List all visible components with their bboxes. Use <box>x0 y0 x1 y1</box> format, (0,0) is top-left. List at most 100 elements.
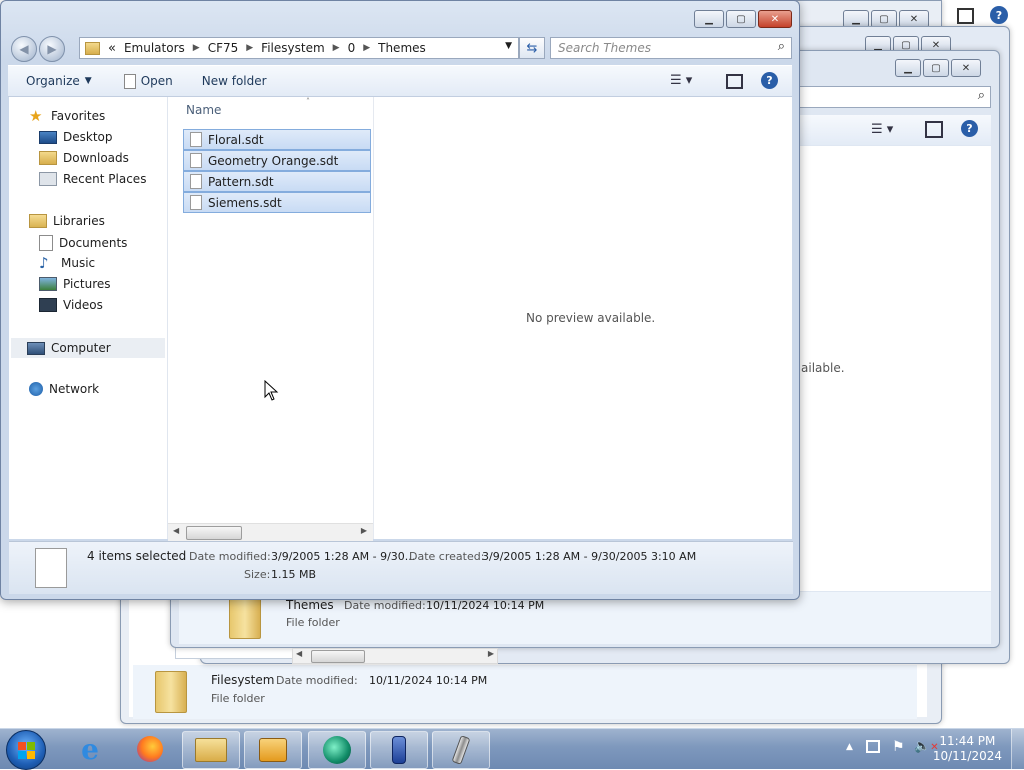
background-search-field[interactable]: ⌕ <box>799 86 991 108</box>
show-hidden-icons-icon[interactable]: ▲ <box>846 742 853 752</box>
chevron-down-icon: ▼ <box>84 76 92 86</box>
start-button[interactable] <box>6 730 46 770</box>
restore-icon[interactable] <box>957 8 974 24</box>
size-label: Size: <box>244 568 271 581</box>
preview-pane-icon[interactable] <box>726 74 743 89</box>
column-header-name[interactable]: Name <box>186 103 221 117</box>
breadcrumb-item-emulators[interactable]: Emulators <box>124 41 185 55</box>
scroll-right-arrow[interactable]: ▶ <box>488 649 494 658</box>
forward-button[interactable]: ▶ <box>39 36 65 62</box>
videos-icon <box>39 298 57 312</box>
nav-libraries[interactable]: Libraries <box>29 214 105 228</box>
address-dropdown-icon[interactable]: ▼ <box>505 41 512 51</box>
command-bar: Organize ▼ Open New folder ☰ ▾ ? <box>8 65 792 97</box>
clock-time: 11:44 PM <box>939 734 996 748</box>
back-arrow-icon: ◀ <box>19 42 29 56</box>
taskbar-media-app[interactable] <box>244 731 302 769</box>
scroll-left-arrow[interactable]: ◀ <box>173 526 179 535</box>
nav-downloads[interactable]: Downloads <box>39 151 129 165</box>
address-bar[interactable]: « Emulators ▶ CF75 ▶ Filesystem ▶ 0 ▶ Th… <box>79 37 519 59</box>
chevron-right-icon[interactable]: ▶ <box>246 43 253 53</box>
nav-music[interactable]: ♪ Music <box>39 256 95 271</box>
taskbar-pen-app[interactable] <box>432 731 490 769</box>
background-filesystem-row[interactable]: Filesystem Date modified: 10/11/2024 10:… <box>133 665 917 719</box>
nav-pictures[interactable]: Pictures <box>39 277 111 291</box>
taskbar-phone-app[interactable] <box>370 731 428 769</box>
refresh-button[interactable]: ⇆ <box>519 37 545 59</box>
search-input[interactable]: Search Themes ⌕ <box>550 37 792 59</box>
network-tray-icon[interactable] <box>866 740 880 753</box>
view-options-icon[interactable]: ☰ ▾ <box>871 122 893 137</box>
back-button[interactable]: ◀ <box>11 36 37 62</box>
nav-videos[interactable]: Videos <box>39 298 103 312</box>
file-row-geometry-orange[interactable]: Geometry Orange.sdt <box>183 150 371 171</box>
close-button[interactable]: ✕ <box>951 59 981 77</box>
document-icon <box>123 73 136 89</box>
scroll-left-arrow[interactable]: ◀ <box>296 649 302 658</box>
folder-icon <box>229 597 261 639</box>
breadcrumb-item-0[interactable]: 0 <box>348 41 356 55</box>
scroll-right-arrow[interactable]: ▶ <box>361 526 367 535</box>
taskbar-internet-explorer[interactable]: e <box>62 731 118 767</box>
nav-label: Recent Places <box>63 172 147 186</box>
open-file-dialog[interactable]: ▁ ▢ ✕ ◀ ▶ « Emulators ▶ CF75 ▶ Filesyste… <box>0 0 800 600</box>
search-icon: ⌕ <box>777 39 785 54</box>
nav-recent-places[interactable]: Recent Places <box>39 172 146 186</box>
preview-text-fragment: ailable. <box>801 361 845 375</box>
file-icon <box>190 153 202 168</box>
organize-button[interactable]: Organize ▼ <box>26 74 92 88</box>
chevron-right-icon[interactable]: ▶ <box>363 43 370 53</box>
scroll-thumb[interactable] <box>186 526 242 540</box>
date-modified-value: 10/11/2024 10:14 PM <box>369 674 488 687</box>
taskbar-windows-explorer[interactable] <box>182 731 240 769</box>
taskbar-firefox[interactable] <box>122 731 178 767</box>
taskbar-emulator-app[interactable] <box>308 731 366 769</box>
breadcrumb-item-cf75[interactable]: CF75 <box>208 41 239 55</box>
sort-indicator-icon: ˄ <box>306 97 310 106</box>
file-name: Pattern.sdt <box>208 174 274 189</box>
chevron-right-icon[interactable]: ▶ <box>333 43 340 53</box>
minimize-button[interactable]: ▁ <box>895 59 921 77</box>
preview-message: No preview available. <box>526 311 656 325</box>
file-row-pattern[interactable]: Pattern.sdt <box>183 171 371 192</box>
horizontal-scrollbar[interactable]: ◀ ▶ <box>168 523 373 541</box>
action-center-flag-icon[interactable]: ⚑ <box>892 739 905 755</box>
nav-favorites[interactable]: ★ Favorites <box>29 109 105 124</box>
file-icon <box>190 132 202 147</box>
help-icon[interactable]: ? <box>990 6 1008 24</box>
mobile-phone-icon <box>392 736 406 764</box>
organize-label: Organize <box>26 74 80 88</box>
minimize-button[interactable]: ▁ <box>694 10 724 28</box>
refresh-icon: ⇆ <box>526 40 538 56</box>
preview-pane-icon[interactable] <box>925 121 943 138</box>
view-options-icon[interactable]: ☰ ▾ <box>670 73 692 88</box>
maximize-button[interactable]: ▢ <box>923 59 949 77</box>
taskbar-clock[interactable]: 11:44 PM 10/11/2024 <box>933 734 1002 764</box>
pictures-icon <box>39 277 57 291</box>
file-row-siemens[interactable]: Siemens.sdt <box>183 192 371 213</box>
help-icon[interactable]: ? <box>761 72 778 89</box>
nav-documents[interactable]: Documents <box>39 235 127 251</box>
help-icon[interactable]: ? <box>961 120 978 137</box>
date-created-label: Date created: <box>409 550 485 563</box>
nav-desktop[interactable]: Desktop <box>39 130 113 144</box>
close-button[interactable]: ✕ <box>758 10 792 28</box>
breadcrumb-item-filesystem[interactable]: Filesystem <box>261 41 324 55</box>
breadcrumb-item-themes[interactable]: Themes <box>378 41 426 55</box>
chevron-right-icon[interactable]: ▶ <box>193 43 200 53</box>
show-desktop-button[interactable] <box>1011 729 1024 769</box>
file-row-floral[interactable]: Floral.sdt <box>183 129 371 150</box>
nav-label: Videos <box>63 298 103 312</box>
scroll-thumb[interactable] <box>311 650 365 663</box>
media-player-icon <box>259 738 287 762</box>
libraries-icon <box>29 214 47 228</box>
maximize-button[interactable]: ▢ <box>726 10 756 28</box>
new-folder-label: New folder <box>201 74 267 88</box>
nav-network[interactable]: Network <box>29 382 99 396</box>
nav-computer[interactable]: Computer <box>11 338 165 358</box>
size-value: 1.15 MB <box>271 568 317 581</box>
background-hscroll[interactable]: ◀ ▶ <box>292 648 498 664</box>
new-folder-button[interactable]: New folder <box>202 74 267 88</box>
open-button[interactable]: Open <box>123 73 173 89</box>
breadcrumb-overflow[interactable]: « <box>108 41 116 56</box>
